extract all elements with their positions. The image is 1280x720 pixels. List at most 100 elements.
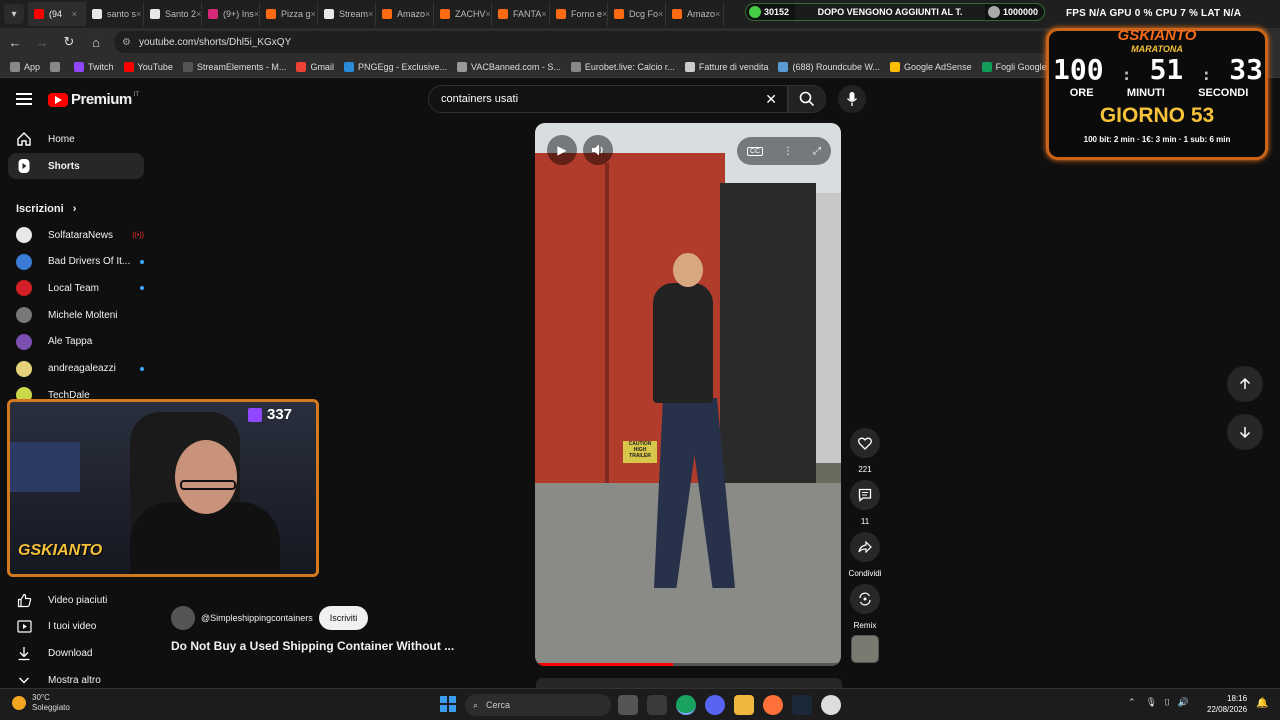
more-options-icon[interactable]: ⋮ (783, 146, 793, 157)
network-icon[interactable]: ⌷ (1165, 697, 1170, 707)
browser-tab[interactable]: santo s × (86, 2, 144, 26)
bookmark-item[interactable]: VACBanned.com - S... (456, 61, 561, 72)
bookmark-item[interactable]: Fogli Google (981, 61, 1047, 72)
remix-action[interactable]: Remix (845, 584, 885, 630)
notification-bell-icon[interactable]: 🔔 (1256, 698, 1268, 709)
file-explorer-icon[interactable] (647, 695, 667, 715)
browser-tab[interactable]: FANTA × (492, 2, 550, 26)
bookmark-item[interactable]: Fatture di vendita (684, 61, 768, 72)
close-tab-icon[interactable]: × (72, 9, 77, 19)
close-tab-icon[interactable]: × (254, 9, 259, 19)
bookmark-item[interactable]: App (10, 61, 40, 72)
comments-action[interactable]: 11 (845, 480, 885, 526)
browser-tab[interactable]: Stream × (318, 2, 376, 26)
clear-search-icon[interactable]: ✕ (765, 91, 777, 108)
sidebar-item-shorts[interactable]: Shorts (8, 153, 144, 179)
sidebar-item-video-piaciuti[interactable]: Video piaciuti (8, 587, 144, 613)
twitch-icon (248, 407, 262, 422)
reload-button[interactable]: ↻ (57, 30, 81, 54)
address-bar[interactable]: ⚙ youtube.com/shorts/Dhl5i_KGxQY (114, 31, 1054, 53)
close-tab-icon[interactable]: × (486, 9, 491, 19)
browser-tab[interactable]: Dcg Fo × (608, 2, 666, 26)
bookmark-item[interactable]: PNGEgg - Exclusive... (343, 61, 447, 72)
volume-button[interactable] (583, 135, 613, 165)
channel-handle[interactable]: @Simpleshippingcontainers (201, 613, 313, 623)
like-action[interactable]: 221 (845, 428, 885, 474)
search-button[interactable] (788, 85, 826, 113)
sidebar-item-download[interactable]: Download (8, 640, 144, 666)
sidebar-item-i-tuoi-video[interactable]: I tuoi video (8, 614, 144, 640)
short-title[interactable]: Do Not Buy a Used Shipping Container Wit… (171, 639, 454, 653)
share-action[interactable]: Condividi (845, 532, 885, 578)
close-tab-icon[interactable]: × (311, 9, 316, 19)
taskbar-clock[interactable]: 18:16 22/08/2026 (1207, 693, 1247, 715)
close-tab-icon[interactable]: × (136, 9, 141, 19)
play-button[interactable]: ▶ (547, 135, 577, 165)
bookmark-item[interactable]: Eurobet.live: Calcio r... (570, 61, 675, 72)
short-video-player[interactable]: CAUTION HIGH TRAILER ▶ CC ⋮ ⤢ (535, 123, 841, 666)
tab-search-icon[interactable]: ▾ (4, 4, 24, 24)
close-tab-icon[interactable]: × (541, 9, 546, 19)
taskbar-search[interactable]: ⌕ Cerca (465, 694, 611, 716)
search-input[interactable]: containers usati ✕ (428, 85, 788, 113)
bookmark-label: Twitch (88, 61, 114, 72)
bookmark-item[interactable]: YouTube (123, 61, 173, 72)
subscription-item[interactable]: Local Team (16, 277, 144, 299)
home-button[interactable]: ⌂ (84, 30, 108, 54)
previous-short-button[interactable] (1227, 366, 1263, 402)
bookmark-item[interactable]: Google AdSense (890, 61, 972, 72)
browser-tab[interactable]: (9+) Ins × (202, 2, 260, 26)
back-button[interactable]: ← (3, 30, 27, 54)
system-tray[interactable]: ⌃ 🎙 ⌷ 🔊 (1128, 697, 1189, 708)
steam-icon[interactable] (792, 695, 812, 715)
speaker-icon[interactable]: 🔊 (1177, 697, 1188, 707)
browser-tab[interactable]: Forno e × (550, 2, 608, 26)
folder-icon[interactable] (734, 695, 754, 715)
bookmark-item[interactable]: Twitch (74, 61, 114, 72)
forward-button[interactable]: → (30, 30, 54, 54)
close-tab-icon[interactable]: × (658, 9, 663, 19)
subscription-item[interactable]: Ale Tappa (16, 331, 144, 353)
subscriptions-header[interactable]: Iscrizioni › (16, 203, 76, 215)
bookmark-item[interactable]: Gmail (296, 61, 334, 72)
subscribe-button[interactable]: Iscriviti (318, 606, 369, 630)
subscription-item[interactable]: Bad Drivers Of It... (16, 251, 144, 273)
sound-thumbnail[interactable] (851, 635, 879, 663)
sidebar-item-home[interactable]: Home (8, 126, 144, 152)
fullscreen-icon[interactable]: ⤢ (813, 146, 821, 157)
weather-widget[interactable]: 30°C Soleggiato (12, 693, 70, 713)
browser-tab[interactable]: ZACHV × (434, 2, 492, 26)
bookmark-item[interactable] (50, 61, 64, 72)
site-info-icon[interactable]: ⚙ (122, 37, 131, 48)
menu-icon[interactable] (16, 93, 32, 105)
browser-tab[interactable]: Santo 2 × (144, 2, 202, 26)
captions-icon[interactable]: CC (746, 146, 764, 156)
close-tab-icon[interactable]: × (368, 9, 373, 19)
subscription-item[interactable]: andreagaleazzi (16, 358, 144, 380)
start-button[interactable] (440, 696, 456, 712)
obs-icon[interactable] (821, 695, 841, 715)
chrome-icon[interactable] (676, 695, 696, 715)
close-tab-icon[interactable]: × (196, 9, 201, 19)
next-short-button[interactable] (1227, 414, 1263, 450)
video-progress-bar[interactable] (535, 663, 841, 666)
microphone-icon[interactable]: 🎙 (1146, 697, 1157, 707)
browser-tab[interactable]: Amazo × (376, 2, 434, 26)
channel-avatar[interactable] (171, 606, 195, 630)
browser-tab[interactable]: Amazo × (666, 2, 724, 26)
firefox-icon[interactable] (763, 695, 783, 715)
bookmark-item[interactable]: StreamElements - M... (182, 61, 286, 72)
close-tab-icon[interactable]: × (425, 9, 430, 19)
bookmark-item[interactable]: (688) Roundcube W... (778, 61, 880, 72)
browser-tab[interactable]: Pizza g × (260, 2, 318, 26)
browser-tab[interactable]: (94 × (28, 2, 86, 26)
subscription-item[interactable]: SolfataraNews ((•)) (16, 224, 144, 246)
voice-search-button[interactable] (838, 85, 866, 113)
discord-icon[interactable] (705, 695, 725, 715)
chevron-up-icon[interactable]: ⌃ (1128, 697, 1136, 707)
close-tab-icon[interactable]: × (715, 9, 720, 19)
close-tab-icon[interactable]: × (602, 9, 607, 19)
youtube-logo[interactable]: Premium IT (48, 91, 139, 108)
task-view-icon[interactable] (618, 695, 638, 715)
subscription-item[interactable]: Michele Molteni (16, 304, 144, 326)
